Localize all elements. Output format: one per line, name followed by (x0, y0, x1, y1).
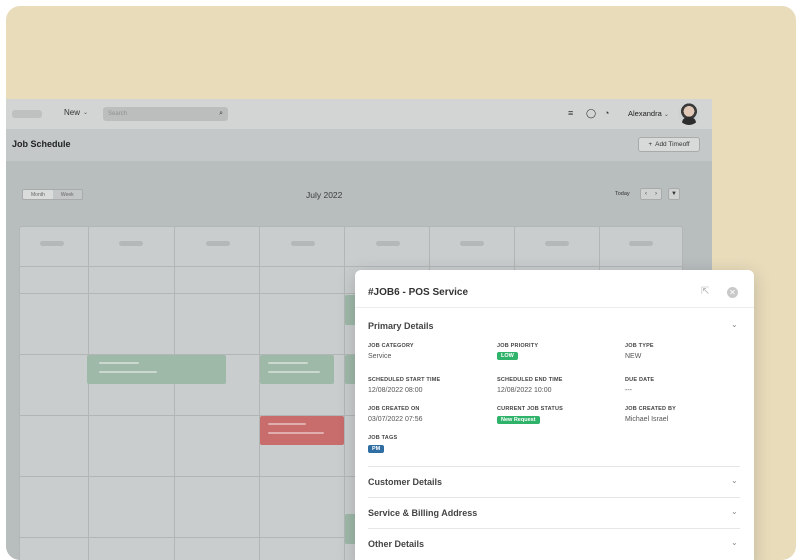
scheduled-end-label: SCHEDULED END TIME (497, 377, 563, 383)
status-badge: New Request (497, 416, 540, 424)
job-priority-label: JOB PRIORITY (497, 343, 539, 349)
day-header (40, 241, 64, 246)
job-created-by-label: JOB CREATED BY (625, 406, 676, 412)
calendar-event[interactable] (260, 416, 344, 445)
new-menu-label: New (64, 108, 81, 117)
filter-icon[interactable]: ▼ (668, 188, 680, 200)
scheduled-end-value: 12/08/2022 10:00 (497, 387, 552, 394)
page-title: Job Schedule (12, 139, 71, 149)
priority-badge: LOW (497, 352, 518, 360)
view-month-button[interactable]: Month (23, 190, 53, 199)
view-toggle: Month Week (22, 189, 83, 200)
section-other-details[interactable]: Other Details (368, 539, 424, 549)
scheduled-start-value: 12/08/2022 08:00 (368, 387, 423, 394)
job-details-panel: #JOB6 - POS Service ⇱ ✕ Primary Details … (355, 270, 754, 560)
chevron-down-icon[interactable]: ⌄ (731, 320, 738, 329)
calendar-event[interactable] (87, 355, 226, 384)
menu-icon[interactable]: ≡ (568, 108, 573, 118)
chevron-down-icon: ⌄ (663, 112, 669, 118)
add-timeoff-label: Add Timeoff (655, 141, 690, 148)
notification-icon[interactable]: ◔ (604, 108, 609, 118)
day-header (206, 241, 230, 246)
tag-badge: PM (368, 445, 385, 453)
day-header (376, 241, 400, 246)
due-date-label: DUE DATE (625, 377, 655, 383)
job-tags-label: JOB TAGS (368, 435, 398, 441)
chevron-down-icon[interactable]: ⌄ (731, 507, 738, 516)
today-button[interactable]: Today (615, 191, 630, 197)
job-category-value: Service (368, 353, 392, 360)
calendar-event[interactable] (260, 355, 334, 384)
search-placeholder: Search (108, 111, 128, 117)
section-primary-details[interactable]: Primary Details (368, 321, 434, 331)
panel-title: #JOB6 - POS Service (368, 287, 469, 298)
day-header (291, 241, 315, 246)
external-link-icon[interactable]: ⇱ (701, 286, 709, 297)
day-header (629, 241, 653, 246)
job-type-label: JOB TYPE (625, 343, 654, 349)
user-menu[interactable]: Alexandra ⌄ (628, 109, 669, 118)
scheduled-start-label: SCHEDULED START TIME (368, 377, 441, 383)
logo (12, 110, 42, 118)
search-input[interactable]: Search ⌕ (103, 107, 228, 121)
panel-header: #JOB6 - POS Service ⇱ ✕ (355, 270, 754, 308)
month-nav: ‹ › (640, 188, 662, 200)
chevron-left-icon[interactable]: ‹ (641, 189, 651, 199)
job-created-on-label: JOB CREATED ON (368, 406, 420, 412)
chevron-down-icon: ⌄ (83, 110, 89, 116)
job-category-label: JOB CATEGORY (368, 343, 414, 349)
section-customer-details[interactable]: Customer Details (368, 477, 442, 487)
page-header: Job Schedule + Add Timeoff (6, 129, 712, 161)
day-header (119, 241, 143, 246)
view-week-button[interactable]: Week (52, 190, 82, 199)
add-timeoff-button[interactable]: + Add Timeoff (638, 137, 700, 152)
job-created-on-value: 03/07/2022 07:56 (368, 416, 423, 423)
chevron-down-icon[interactable]: ⌄ (731, 476, 738, 485)
new-menu-button[interactable]: New ⌄ (64, 108, 88, 117)
job-type-value: NEW (625, 353, 642, 360)
due-date-value: --- (625, 387, 632, 394)
chevron-down-icon[interactable]: ⌄ (731, 538, 738, 547)
search-icon: ⌕ (219, 110, 223, 117)
plus-icon: + (648, 141, 653, 148)
chat-icon[interactable]: ◯ (586, 108, 596, 119)
close-icon[interactable]: ✕ (727, 287, 738, 298)
month-title: July 2022 (306, 190, 343, 200)
job-created-by-value: Michael Israel (625, 416, 669, 423)
avatar[interactable] (678, 103, 700, 125)
day-header (460, 241, 484, 246)
current-status-label: CURRENT JOB STATUS (497, 406, 564, 412)
top-bar: New ⌄ Search ⌕ ≡ ◯ ◔ Alexandra ⌄ (6, 99, 712, 129)
calendar-header (20, 227, 682, 267)
chevron-right-icon[interactable]: › (651, 189, 661, 199)
day-header (545, 241, 569, 246)
user-name-label: Alexandra (628, 109, 662, 118)
section-service-billing-address[interactable]: Service & Billing Address (368, 508, 477, 518)
